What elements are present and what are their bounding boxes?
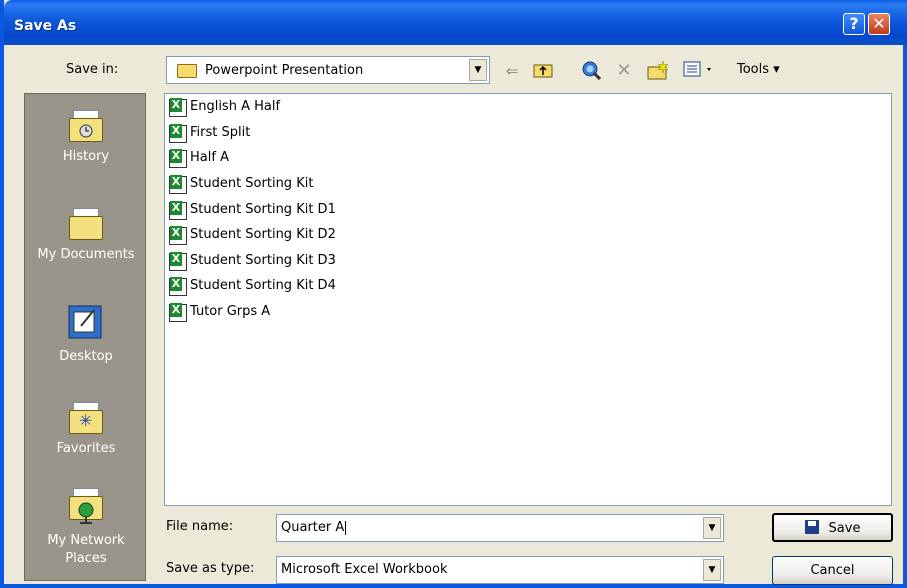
save-as-type-label: Save as type: — [166, 561, 255, 576]
search-web-icon[interactable] — [580, 60, 602, 82]
save-as-type-value: Microsoft Excel Workbook — [281, 562, 448, 577]
up-folder-icon[interactable] — [532, 60, 554, 82]
places-bar: History My Documents Desktop ✳ Favorites — [24, 93, 146, 581]
excel-file-icon — [169, 124, 187, 143]
place-network[interactable]: My Network Places — [25, 488, 147, 568]
save-as-dialog: Save As ? ✕ Save in: Powerpoint Presenta… — [0, 0, 907, 588]
views-icon[interactable] — [682, 60, 720, 82]
excel-file-icon — [169, 226, 187, 245]
file-name-label: File name: — [166, 519, 234, 534]
floppy-disk-icon — [804, 520, 819, 534]
place-label-history: History — [62, 149, 110, 164]
save-button-label: Save — [828, 521, 861, 536]
save-button[interactable]: Save — [772, 513, 893, 542]
place-desktop[interactable]: Desktop — [25, 304, 147, 366]
my-documents-folder-icon — [67, 208, 105, 240]
file-list[interactable]: English A Half First Split Half A Studen… — [164, 93, 892, 506]
tools-menu[interactable]: Tools ▾ — [737, 62, 780, 77]
excel-file-icon — [169, 303, 187, 322]
excel-file-icon — [169, 277, 187, 296]
chevron-down-icon[interactable]: ▼ — [469, 59, 487, 81]
network-places-icon — [67, 488, 105, 524]
title-bar[interactable]: Save As ? ✕ — [4, 0, 907, 45]
chevron-down-icon[interactable]: ▼ — [703, 517, 721, 539]
text-caret — [345, 520, 347, 535]
history-folder-icon — [67, 110, 105, 142]
folder-icon — [177, 64, 197, 78]
save-in-dropdown[interactable]: Powerpoint Presentation ▼ — [166, 56, 490, 84]
desktop-icon — [67, 304, 105, 340]
new-folder-icon[interactable] — [646, 60, 670, 82]
help-button[interactable]: ? — [843, 13, 865, 35]
excel-file-icon — [169, 149, 187, 168]
close-button[interactable]: ✕ — [868, 13, 890, 35]
cancel-button[interactable]: Cancel — [772, 556, 893, 585]
back-arrow-icon[interactable]: ⇐ — [502, 60, 522, 82]
place-label-my-documents: My Documents — [37, 247, 135, 262]
place-favorites[interactable]: ✳ Favorites — [25, 402, 147, 458]
save-as-type-dropdown[interactable]: Microsoft Excel Workbook ▼ — [276, 556, 724, 584]
delete-icon[interactable]: ✕ — [614, 60, 634, 82]
excel-file-icon — [169, 252, 187, 271]
file-name-value: Quarter A — [281, 520, 345, 535]
place-label-desktop: Desktop — [59, 349, 113, 364]
excel-file-icon — [169, 201, 187, 220]
chevron-down-icon[interactable]: ▼ — [703, 559, 721, 581]
favorites-folder-icon: ✳ — [67, 402, 105, 434]
place-label-network: My Network Places — [47, 533, 125, 566]
save-in-value: Powerpoint Presentation — [205, 63, 364, 78]
file-name-field[interactable]: Quarter A ▼ — [276, 514, 724, 542]
save-in-label: Save in: — [66, 62, 119, 77]
place-history[interactable]: History — [25, 110, 147, 166]
excel-file-icon — [169, 98, 187, 117]
place-label-favorites: Favorites — [56, 441, 116, 456]
place-my-documents[interactable]: My Documents — [25, 208, 147, 264]
excel-file-icon — [169, 175, 187, 194]
dialog-title: Save As — [14, 18, 77, 34]
